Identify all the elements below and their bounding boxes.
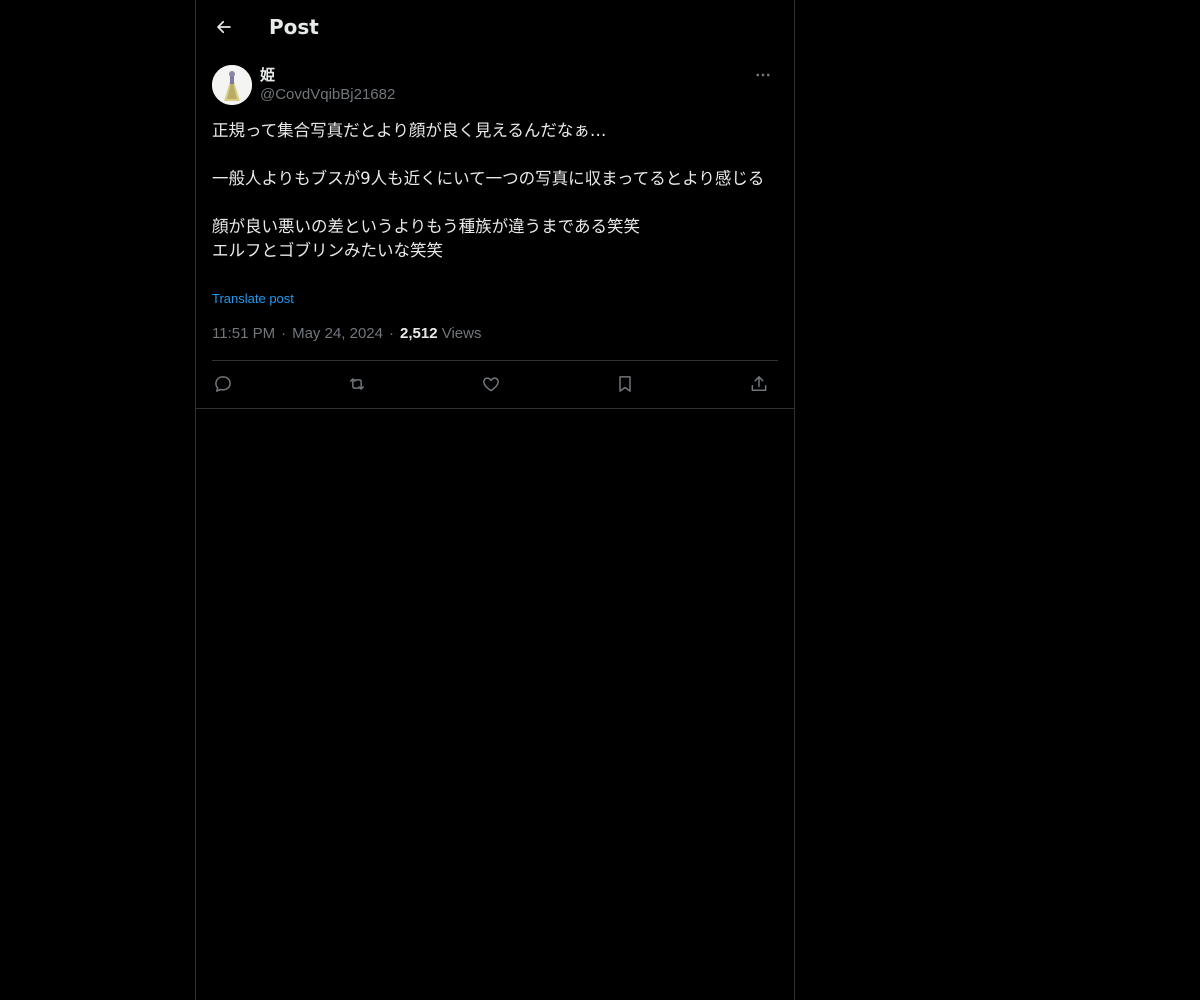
post-time[interactable]: 11:51 PM <box>212 325 275 342</box>
meta-separator: · <box>281 325 287 342</box>
more-button[interactable] <box>748 64 778 86</box>
avatar[interactable] <box>212 65 252 105</box>
repost-button[interactable] <box>346 373 368 395</box>
arrow-left-icon <box>217 20 231 34</box>
share-button[interactable] <box>748 373 770 395</box>
post-author: 姫 @CovdVqibBj21682 <box>212 64 778 108</box>
reply-icon <box>215 376 231 392</box>
reply-button[interactable] <box>212 373 234 395</box>
repost-icon <box>350 378 364 390</box>
avatar-image <box>212 65 252 105</box>
post-header: Post <box>196 0 794 53</box>
post-column: Post 姫 @CovdVqibBj21682 正規って集合写真だとより顔が良く… <box>195 0 795 1000</box>
like-button[interactable] <box>480 373 502 395</box>
author-name[interactable]: 姫 <box>260 65 275 85</box>
more-horizontal-icon <box>756 73 770 77</box>
post-meta: 11:51 PM · May 24, 2024 · 2,512 Views <box>212 324 481 344</box>
meta-separator: · <box>389 325 394 342</box>
post-date[interactable]: May 24, 2024 <box>292 325 383 342</box>
bookmark-button[interactable] <box>614 373 636 395</box>
author-handle[interactable]: @CovdVqibBj21682 <box>260 85 395 105</box>
bookmark-icon <box>619 376 631 392</box>
translate-post-link[interactable]: Translate post <box>212 290 294 308</box>
action-bar <box>212 361 778 408</box>
share-icon <box>751 376 767 391</box>
views-count: 2,512 <box>400 325 438 342</box>
heart-icon <box>483 377 499 392</box>
views-label: Views <box>441 325 482 342</box>
post-text: 正規って集合写真だとより顔が良く見えるんだなぁ… 一般人よりもブスが9人も近くに… <box>212 121 765 260</box>
page-title: Post <box>269 15 319 39</box>
post-bottom-border <box>196 408 794 409</box>
back-button[interactable] <box>208 11 240 43</box>
